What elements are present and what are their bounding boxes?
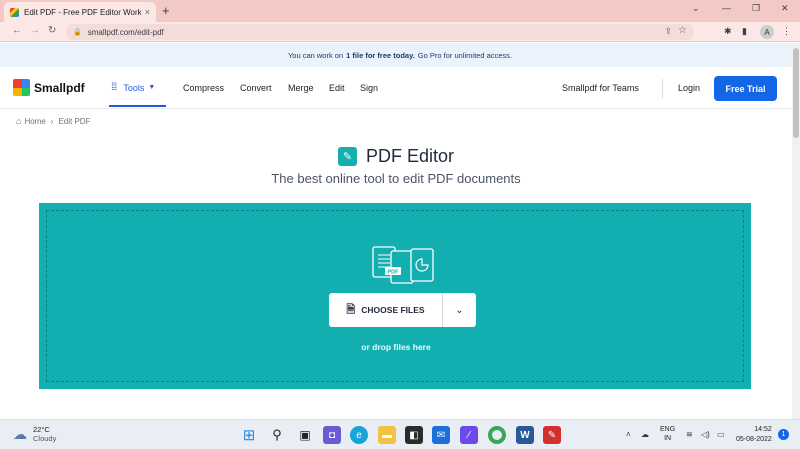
volume-icon[interactable]: ◁) (701, 430, 710, 439)
forward-arrow-icon[interactable]: → (30, 25, 40, 36)
nav-compress[interactable]: Compress (183, 83, 224, 93)
drop-zone-border: PDF 🗎 CHOOSE FILES ⌄ or drop files here (46, 210, 744, 382)
edge-browser-icon[interactable]: e (350, 426, 368, 444)
menu-dots-icon[interactable]: ⋮ (782, 26, 791, 37)
login-link[interactable]: Login (678, 83, 700, 93)
breadcrumb-home[interactable]: Home (24, 117, 45, 126)
new-tab-button[interactable]: + (162, 3, 170, 18)
store-icon[interactable]: ◧ (405, 426, 423, 444)
profile-avatar[interactable]: A (760, 25, 774, 39)
caret-down-icon: ▼ (148, 84, 156, 91)
address-bar[interactable]: 🔒 smallpdf.com/edit-pdf ⇪ ☆ (66, 24, 694, 40)
word-icon[interactable]: W (516, 426, 534, 444)
breadcrumb: ⌂ Home › Edit PDF (16, 116, 90, 126)
home-icon: ⌂ (16, 116, 22, 126)
breadcrumb-separator: › (50, 116, 54, 126)
clock-date: 05-08-2022 (736, 436, 772, 443)
lock-icon: 🔒 (73, 29, 82, 36)
tab-close-icon[interactable]: × (145, 7, 150, 17)
editor-app-icon[interactable]: ∕ (460, 426, 478, 444)
weather-temperature: 22°C (33, 425, 50, 434)
free-trial-button[interactable]: Free Trial (714, 76, 777, 101)
share-icon[interactable]: ⇪ (664, 26, 672, 37)
task-view-icon[interactable]: ▣ (296, 426, 314, 444)
smallpdf-favicon-icon (10, 7, 19, 17)
extensions-icon[interactable]: ✱ (724, 26, 732, 37)
banner-suffix[interactable]: Go Pro for unlimited access. (418, 51, 512, 60)
tools-label: Tools (123, 82, 145, 93)
language-indicator[interactable]: ENG IN (660, 425, 675, 443)
page-heading: ✎ PDF Editor (0, 146, 792, 167)
back-arrow-icon[interactable]: ← (12, 25, 22, 36)
grid-icon: ⁞⁞⁞ (111, 82, 117, 93)
page-title: PDF Editor (365, 146, 455, 166)
reload-icon[interactable]: ↻ (48, 25, 56, 36)
bookmark-star-icon[interactable]: ☆ (678, 25, 687, 36)
system-clock[interactable]: 14:52 05-08-2022 (736, 425, 772, 445)
tools-menu[interactable]: ⁞⁞⁞ Tools ▼ (111, 79, 155, 96)
header-divider (662, 79, 663, 99)
choose-files-button[interactable]: 🗎 CHOOSE FILES (329, 293, 443, 327)
acrobat-icon[interactable]: ✎ (543, 426, 561, 444)
pdf-documents-icon: PDF (372, 246, 434, 284)
nav-sign[interactable]: Sign (360, 83, 378, 93)
clock-time: 14:52 (754, 426, 772, 433)
chrome-icon[interactable] (488, 426, 506, 444)
site-header: Smallpdf ⁞⁞⁞ Tools ▼ Compress Convert Me… (0, 67, 800, 109)
page-scrollbar-thumb[interactable] (793, 48, 799, 138)
windows-taskbar: ☁ 22°C Cloudy ⊞ ⚲ ▣ ◘ e ▬ ◧ ✉ ∕ W ✎ ˄ ☁ … (0, 419, 800, 449)
promo-banner: You can work on 1 file for free today. G… (0, 43, 800, 67)
choose-files-label: CHOOSE FILES (361, 305, 425, 315)
weather-widget[interactable]: ☁ 22°C Cloudy (13, 425, 56, 443)
windows-start-icon[interactable]: ⊞ (240, 426, 258, 444)
pdf-tag-text: PDF (388, 270, 400, 276)
smallpdf-logo[interactable]: Smallpdf (13, 79, 85, 96)
drop-files-hint: or drop files here (361, 342, 431, 352)
browser-tab[interactable]: Edit PDF - Free PDF Editor Worki × (4, 2, 156, 22)
notification-badge[interactable]: 1 (778, 429, 789, 440)
choose-files-button-group: 🗎 CHOOSE FILES ⌄ (329, 293, 476, 327)
file-drop-zone[interactable]: PDF 🗎 CHOOSE FILES ⌄ or drop files here (39, 203, 751, 389)
battery-icon[interactable]: ▭ (717, 430, 725, 439)
search-icon[interactable]: ⚲ (268, 426, 286, 444)
breadcrumb-current: Edit PDF (58, 116, 91, 126)
chevron-down-icon[interactable]: ⌄ (443, 293, 476, 327)
edit-pdf-icon: ✎ (337, 147, 357, 166)
page-subtitle: The best online tool to edit PDF documen… (271, 171, 521, 186)
file-explorer-icon[interactable]: ▬ (378, 426, 396, 444)
browser-tab-bar: Edit PDF - Free PDF Editor Worki × + ⌄ —… (0, 0, 800, 22)
url-text: smallpdf.com/edit-pdf (87, 27, 164, 37)
tab-search-icon[interactable]: ⌄ (692, 3, 700, 14)
wifi-icon[interactable]: ≋ (686, 430, 693, 439)
browser-toolbar: ← → ↻ 🔒 smallpdf.com/edit-pdf ⇪ ☆ ✱ ▮ ⋮ (0, 22, 800, 42)
minimize-button[interactable]: — (722, 3, 731, 13)
smallpdf-for-teams-link[interactable]: Smallpdf for Teams (562, 83, 639, 93)
restore-button[interactable]: ❐ (752, 3, 760, 14)
banner-bold: 1 file for free today. (346, 50, 415, 60)
tools-active-underline (109, 105, 166, 107)
mail-icon[interactable]: ✉ (432, 426, 450, 444)
tab-title: Edit PDF - Free PDF Editor Worki (24, 7, 141, 17)
chat-icon[interactable]: ◘ (323, 426, 341, 444)
cloud-icon: ☁ (13, 425, 27, 442)
logo-text: Smallpdf (34, 80, 85, 95)
weather-condition: Cloudy (33, 434, 57, 443)
smallpdf-logo-icon (13, 79, 30, 96)
language-code: ENG (660, 426, 676, 433)
nav-edit[interactable]: Edit (329, 83, 345, 93)
tray-expand-icon[interactable]: ˄ (626, 430, 631, 439)
nav-convert[interactable]: Convert (240, 83, 272, 93)
banner-prefix: You can work on (287, 50, 344, 60)
file-add-icon: 🗎 (346, 303, 356, 316)
nav-merge[interactable]: Merge (288, 83, 314, 93)
side-panel-icon[interactable]: ▮ (742, 26, 747, 37)
language-region: IN (664, 435, 672, 442)
onedrive-icon[interactable]: ☁ (641, 430, 649, 439)
close-window-button[interactable]: ✕ (781, 3, 789, 14)
